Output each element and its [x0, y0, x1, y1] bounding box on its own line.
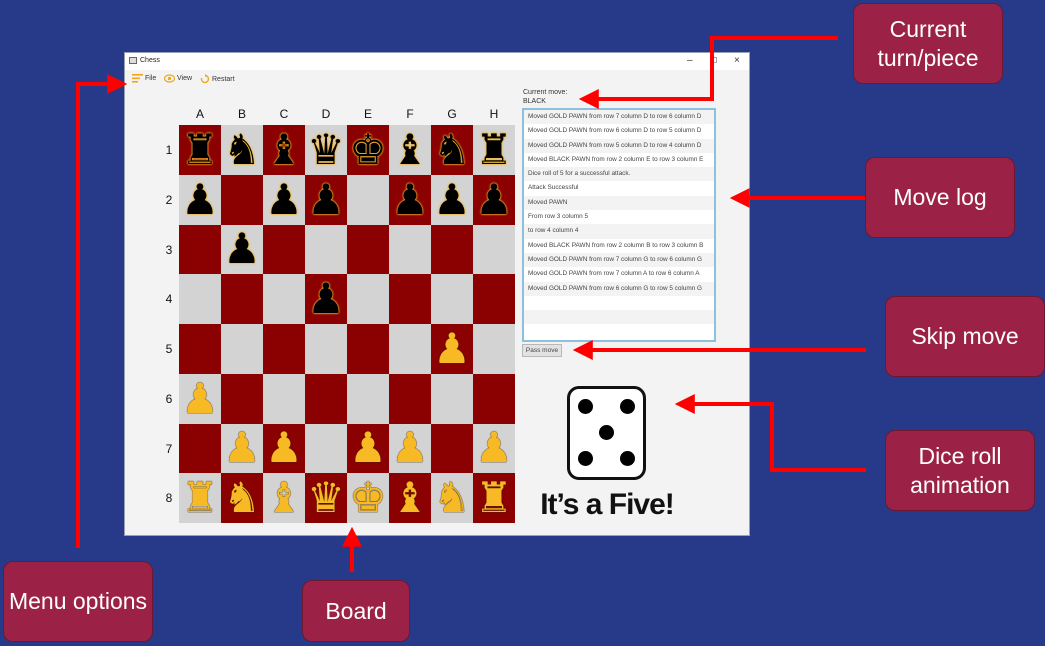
callout-current-turn: Current turn/piece	[853, 3, 1003, 84]
callout-dice-roll: Dice roll animation	[885, 430, 1035, 511]
callout-move-log: Move log	[865, 157, 1015, 238]
arrow-dice	[674, 394, 866, 472]
callout-skip-move: Skip move	[885, 296, 1045, 377]
callout-menu-options: Menu options	[3, 561, 153, 642]
arrow-current-turn	[578, 36, 838, 109]
arrow-menu	[76, 74, 128, 548]
callout-board: Board	[302, 580, 410, 642]
